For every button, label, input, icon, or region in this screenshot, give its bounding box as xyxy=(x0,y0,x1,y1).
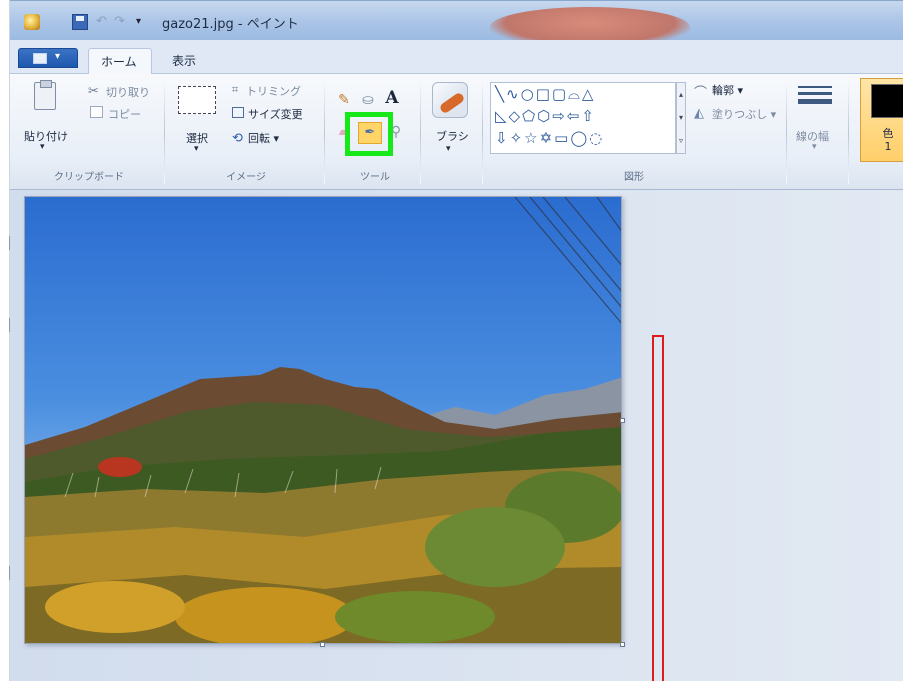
brush-button[interactable]: ブラシ xyxy=(436,128,469,144)
group-separator xyxy=(482,80,483,184)
tools-group-label: ツール xyxy=(360,172,390,183)
paint-app-icon[interactable] xyxy=(24,14,40,30)
paint-menu-button[interactable]: ▾ xyxy=(18,48,78,68)
shapes-gallery-scroll[interactable]: ▴ ▾ ▿ xyxy=(676,82,686,154)
rotate-label: 回転 xyxy=(248,132,270,145)
tab-view[interactable]: 表示 xyxy=(160,48,208,74)
outline-label: 輪郭 xyxy=(712,84,734,97)
brush-icon[interactable] xyxy=(432,82,468,118)
title-bar: ↶ ↷ ▾ gazo21.jpg - ペイント xyxy=(10,0,903,47)
clipboard-group-label: クリップボード xyxy=(54,172,124,183)
scroll-up-icon[interactable]: ▴ xyxy=(677,83,685,106)
shape-fill-icon: ◭ xyxy=(694,106,704,121)
color-1-label: 色 1 xyxy=(877,127,899,153)
left-edge-strip xyxy=(0,0,12,681)
group-separator xyxy=(420,80,421,184)
shapes-row[interactable]: ⇩✧☆✡▭◯◌ xyxy=(495,129,604,147)
fill-bucket-icon[interactable]: ⛀ xyxy=(358,90,378,110)
group-separator xyxy=(164,80,165,184)
line-size-icon[interactable] xyxy=(798,86,832,110)
menu-grid-icon xyxy=(33,53,47,64)
select-dropdown-icon[interactable]: ▾ xyxy=(194,144,199,154)
shape-fill-label: 塗りつぶし xyxy=(712,108,768,121)
cut-button[interactable]: 切り取り xyxy=(106,84,150,100)
crop-icon: ⌗ xyxy=(232,83,239,96)
copy-icon xyxy=(90,106,103,118)
rotate-button[interactable]: 回転 ▾ xyxy=(248,130,279,146)
color-1-swatch xyxy=(871,84,903,118)
resize-handle-corner[interactable] xyxy=(620,642,625,647)
landscape-photo xyxy=(25,197,621,643)
shapes-row[interactable]: ╲∿○□▢⌓△ xyxy=(495,85,595,103)
text-tool-icon[interactable]: A xyxy=(382,88,402,108)
color-picker-highlight xyxy=(345,112,393,156)
red-annotation-marker xyxy=(652,335,664,681)
select-icon[interactable] xyxy=(178,86,216,114)
brush-dropdown-icon[interactable]: ▾ xyxy=(446,144,451,154)
paint-window: ↶ ↷ ▾ gazo21.jpg - ペイント ▾ ホーム 表示 貼り付け ▾ … xyxy=(0,0,903,681)
scroll-down-icon[interactable]: ▾ xyxy=(677,106,685,129)
resize-handle-right[interactable] xyxy=(620,418,625,423)
tab-home[interactable]: ホーム xyxy=(88,48,152,74)
ribbon-tab-row: ▾ ホーム 表示 xyxy=(10,40,903,74)
gallery-expand-icon[interactable]: ▿ xyxy=(677,129,685,152)
color-1-label-number: 1 xyxy=(884,140,892,153)
save-icon[interactable] xyxy=(72,14,88,30)
line-sample xyxy=(798,99,832,104)
line-sample xyxy=(798,86,832,88)
color-1-label-top: 色 xyxy=(882,127,894,140)
ribbon: 貼り付け ▾ ✂ 切り取り コピー クリップボード 選択 ▾ ⌗ トリミング サ… xyxy=(10,74,903,190)
shapes-row[interactable]: ◺◇⬠⬡⇨⇦⇧ xyxy=(495,107,596,125)
crop-button[interactable]: トリミング xyxy=(246,83,301,99)
shape-fill-button[interactable]: 塗りつぶし ▾ xyxy=(712,106,776,122)
resize-button[interactable]: サイズ変更 xyxy=(248,106,303,122)
group-separator xyxy=(848,80,849,184)
paste-button[interactable]: 貼り付け xyxy=(24,128,68,144)
quick-access-dropdown-icon[interactable]: ▾ xyxy=(136,14,152,30)
outline-button[interactable]: 輪郭 ▾ xyxy=(712,82,743,98)
image-canvas[interactable] xyxy=(24,196,622,644)
outline-icon: ⌒ xyxy=(694,86,708,101)
line-size-dropdown-icon[interactable]: ▾ xyxy=(812,142,817,152)
paste-dropdown-icon[interactable]: ▾ xyxy=(40,142,45,152)
resize-handle-bottom[interactable] xyxy=(320,642,325,647)
resize-icon xyxy=(232,107,244,118)
window-title: gazo21.jpg - ペイント xyxy=(162,17,299,32)
image-group-label: イメージ xyxy=(226,172,266,183)
group-separator xyxy=(324,80,325,184)
shapes-gallery[interactable]: ╲∿○□▢⌓△ ◺◇⬠⬡⇨⇦⇧ ⇩✧☆✡▭◯◌ xyxy=(490,82,676,154)
color-1-button[interactable]: 色 1 xyxy=(860,78,903,162)
line-sample xyxy=(798,92,832,95)
chevron-down-icon: ▾ xyxy=(55,51,61,62)
copy-button[interactable]: コピー xyxy=(108,106,141,122)
cut-icon: ✂ xyxy=(88,84,99,99)
redo-icon[interactable]: ↷ xyxy=(114,14,130,30)
rotate-icon: ⟲ xyxy=(232,131,243,146)
pencil-icon[interactable]: ✎ xyxy=(334,90,354,110)
shapes-group-label: 図形 xyxy=(624,172,644,183)
group-separator xyxy=(786,80,787,184)
paste-icon[interactable] xyxy=(34,80,56,110)
undo-icon[interactable]: ↶ xyxy=(96,14,112,30)
